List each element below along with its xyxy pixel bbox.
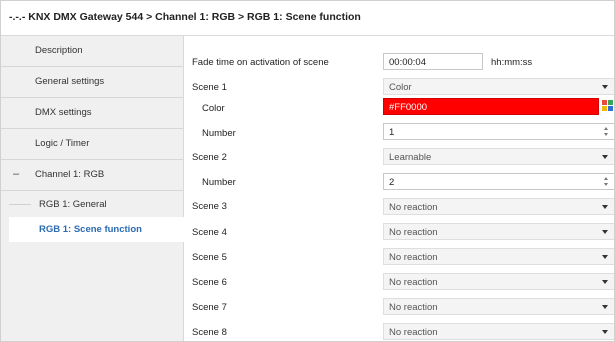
sidebar-item-general-settings[interactable]: General settings bbox=[1, 67, 183, 98]
sidebar-item-description[interactable]: Description bbox=[1, 36, 183, 67]
collapse-minus-icon[interactable]: – bbox=[13, 168, 19, 180]
scene-1-color-value: #FF0000 bbox=[389, 102, 428, 113]
sidebar-group-label: Channel 1: RGB bbox=[35, 169, 105, 180]
scene-5-select[interactable]: No reaction bbox=[383, 248, 614, 265]
chevron-down-icon bbox=[602, 85, 608, 89]
sidebar-item-label: Description bbox=[35, 45, 83, 56]
title-bar: -.-.- KNX DMX Gateway 544 > Channel 1: R… bbox=[1, 1, 614, 36]
scene-6-label: Scene 6 bbox=[192, 277, 227, 288]
sidebar-group-channel-1-rgb[interactable]: – Channel 1: RGB bbox=[1, 160, 183, 191]
chevron-down-icon bbox=[602, 280, 608, 284]
sidebar-item-label: RGB 1: Scene function bbox=[39, 224, 142, 235]
scene-1-color-label: Color bbox=[202, 103, 225, 114]
scene-8-value: No reaction bbox=[389, 327, 438, 338]
chevron-down-icon bbox=[602, 230, 608, 234]
scene-5-label: Scene 5 bbox=[192, 252, 227, 263]
scene-1-number-value: 1 bbox=[389, 127, 395, 138]
fade-time-unit: hh:mm:ss bbox=[491, 57, 533, 68]
chevron-down-icon bbox=[602, 255, 608, 259]
scene-8-select[interactable]: No reaction bbox=[383, 323, 614, 340]
chevron-down-icon bbox=[602, 155, 608, 159]
scene-2-label: Scene 2 bbox=[192, 152, 227, 163]
sidebar-item-label: Logic / Timer bbox=[35, 138, 90, 149]
breadcrumb-title: -.-.- KNX DMX Gateway 544 > Channel 1: R… bbox=[9, 11, 361, 23]
scene-2-number-label: Number bbox=[202, 177, 236, 188]
sidebar-item-label: General settings bbox=[35, 76, 105, 87]
scene-5-value: No reaction bbox=[389, 252, 438, 263]
scene-7-select[interactable]: No reaction bbox=[383, 298, 614, 315]
scene-6-select[interactable]: No reaction bbox=[383, 273, 614, 290]
sidebar-item-rgb-1-general[interactable]: RGB 1: General bbox=[9, 192, 183, 217]
spin-arrows-icon[interactable] bbox=[603, 176, 610, 187]
fade-time-value: 00:00:04 bbox=[389, 57, 426, 68]
scene-4-value: No reaction bbox=[389, 227, 438, 238]
scene-4-label: Scene 4 bbox=[192, 227, 227, 238]
scene-1-value: Color bbox=[389, 82, 412, 93]
scene-7-value: No reaction bbox=[389, 302, 438, 313]
fade-time-label: Fade time on activation of scene bbox=[192, 57, 329, 68]
spin-arrows-icon[interactable] bbox=[603, 126, 610, 137]
chevron-down-icon bbox=[602, 205, 608, 209]
sidebar-item-rgb-1-scene-function[interactable]: RGB 1: Scene function bbox=[9, 217, 184, 242]
scene-6-value: No reaction bbox=[389, 277, 438, 288]
scene-1-number-label: Number bbox=[202, 128, 236, 139]
sidebar-item-logic-timer[interactable]: Logic / Timer bbox=[1, 129, 183, 160]
scene-7-label: Scene 7 bbox=[192, 302, 227, 313]
color-palette-icon[interactable] bbox=[602, 100, 614, 112]
scene-1-select[interactable]: Color bbox=[383, 78, 614, 95]
scene-1-label: Scene 1 bbox=[192, 82, 227, 93]
scene-1-number-stepper[interactable]: 1 bbox=[383, 123, 614, 140]
scene-2-number-stepper[interactable]: 2 bbox=[383, 173, 614, 190]
fade-time-input[interactable]: 00:00:04 bbox=[383, 53, 483, 70]
chevron-down-icon bbox=[602, 330, 608, 334]
scene-1-color-field[interactable]: #FF0000 bbox=[383, 98, 599, 115]
scene-2-value: Learnable bbox=[389, 152, 432, 163]
sidebar-item-label: DMX settings bbox=[35, 107, 92, 118]
scene-2-number-value: 2 bbox=[389, 177, 395, 188]
scene-4-select[interactable]: No reaction bbox=[383, 223, 614, 240]
scene-8-label: Scene 8 bbox=[192, 327, 227, 338]
sidebar-item-label: RGB 1: General bbox=[39, 199, 107, 210]
scene-3-value: No reaction bbox=[389, 202, 438, 213]
scene-2-select[interactable]: Learnable bbox=[383, 148, 614, 165]
sidebar: Description General settings DMX setting… bbox=[1, 36, 184, 341]
scene-3-select[interactable]: No reaction bbox=[383, 198, 614, 215]
chevron-down-icon bbox=[602, 305, 608, 309]
scene-3-label: Scene 3 bbox=[192, 201, 227, 212]
sidebar-item-dmx-settings[interactable]: DMX settings bbox=[1, 98, 183, 129]
app-window: -.-.- KNX DMX Gateway 544 > Channel 1: R… bbox=[0, 0, 615, 342]
